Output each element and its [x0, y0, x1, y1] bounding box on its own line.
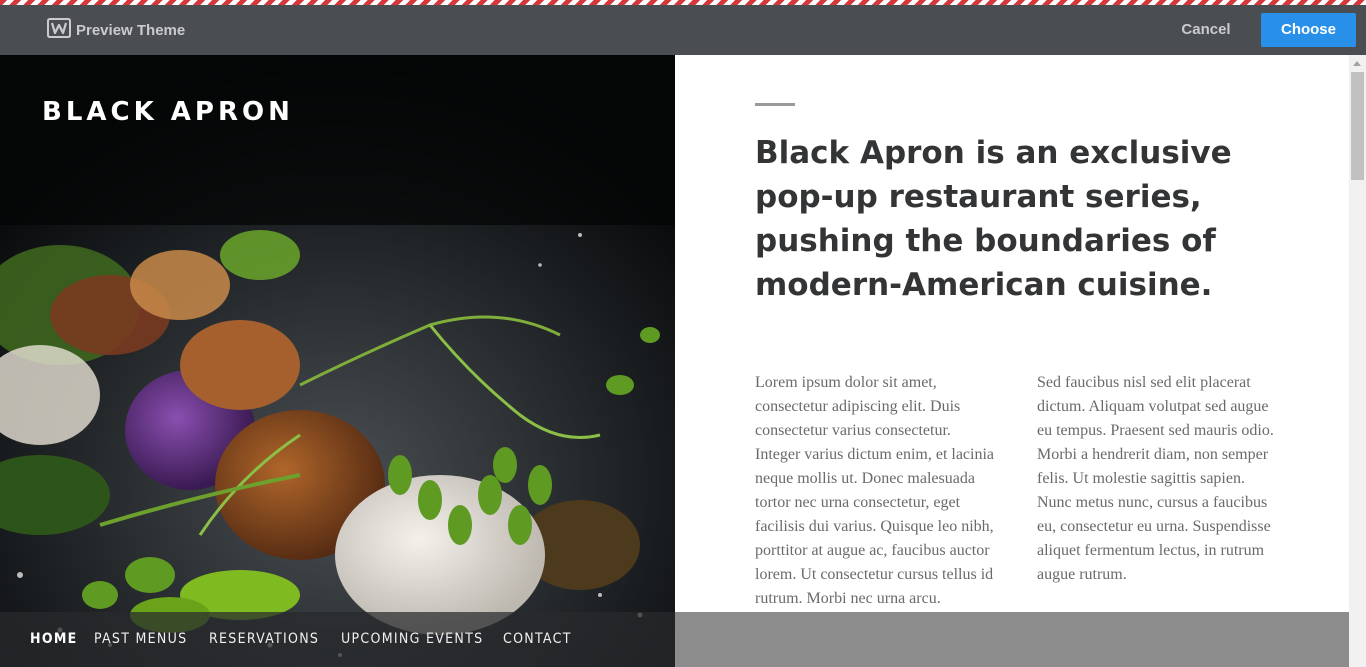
main-nav: HOME PAST MENUS RESERVATIONS UPCOMING EV…	[0, 612, 1349, 667]
hero-image: BLACK APRON	[0, 55, 675, 667]
text-column-2: Sed faucibus nisl sed elit placerat dict…	[1037, 374, 1274, 583]
brand-label: Preview Theme	[76, 22, 186, 39]
nav-item-reservations[interactable]: RESERVATIONS	[209, 631, 319, 647]
site-title[interactable]: BLACK APRON	[42, 97, 294, 127]
scrollbar[interactable]	[1349, 55, 1366, 667]
cancel-button[interactable]: Cancel	[1170, 18, 1242, 42]
preview-toolbar: Preview Theme Cancel Choose	[0, 5, 1366, 55]
nav-item-home[interactable]: HOME	[30, 631, 78, 647]
plated-food-photo	[0, 55, 675, 667]
nav-item-upcoming-events[interactable]: UPCOMING EVENTS	[341, 631, 483, 647]
weebly-w-icon	[46, 17, 72, 44]
content-panel: Black Apron is an exclusive pop-up resta…	[675, 55, 1349, 667]
scroll-up-arrow-icon[interactable]	[1349, 55, 1366, 72]
scroll-thumb[interactable]	[1351, 72, 1364, 180]
choose-button[interactable]: Choose	[1261, 13, 1356, 47]
headline: Black Apron is an exclusive pop-up resta…	[755, 135, 1232, 303]
text-column-1: Lorem ipsum dolor sit amet, consectetur …	[755, 374, 995, 607]
brand: Preview Theme	[46, 17, 185, 44]
nav-background-right	[675, 612, 1349, 667]
nav-item-contact[interactable]: CONTACT	[503, 631, 572, 647]
headline-divider	[755, 103, 795, 106]
nav-item-past-menus[interactable]: PAST MENUS	[94, 631, 187, 647]
